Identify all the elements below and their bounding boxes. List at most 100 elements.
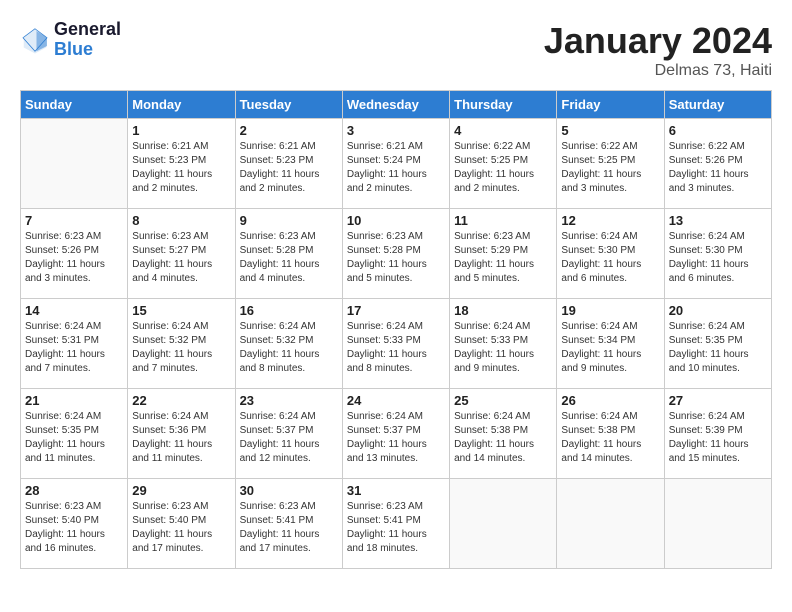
calendar-cell: 10Sunrise: 6:23 AM Sunset: 5:28 PM Dayli… — [342, 209, 449, 299]
day-number: 14 — [25, 303, 123, 318]
day-number: 25 — [454, 393, 552, 408]
day-info: Sunrise: 6:21 AM Sunset: 5:23 PM Dayligh… — [132, 140, 230, 196]
col-header-friday: Friday — [557, 91, 664, 119]
calendar-cell: 29 Sunrise: 6:23 AM Sunset: 5:40 PM Dayli… — [128, 479, 235, 569]
day-number: 16 — [240, 303, 338, 318]
calendar-cell — [21, 119, 128, 209]
calendar-week-1: 1 Sunrise: 6:21 AM Sunset: 5:23 PM Daylig… — [21, 119, 772, 209]
day-info: Sunrise: 6:23 AM Sunset: 5:27 PM Dayligh… — [132, 230, 230, 286]
day-info: Sunrise: 6:24 AM Sunset: 5:38 PM Dayligh… — [454, 410, 552, 466]
calendar-week-3: 14 Sunrise: 6:24 AM Sunset: 5:31 PM Dayli… — [21, 299, 772, 389]
calendar-cell: 4Sunrise: 6:22 AM Sunset: 5:25 PM Daylig… — [450, 119, 557, 209]
location-subtitle: Delmas 73, Haiti — [544, 62, 772, 80]
col-header-tuesday: Tuesday — [235, 91, 342, 119]
calendar-cell: 26 Sunrise: 6:24 AM Sunset: 5:38 PM Dayli… — [557, 389, 664, 479]
day-info: Sunrise: 6:24 AM Sunset: 5:34 PM Dayligh… — [561, 320, 659, 376]
col-header-sunday: Sunday — [21, 91, 128, 119]
logo-line1: General — [54, 20, 121, 40]
day-info: Sunrise: 6:24 AM Sunset: 5:36 PM Dayligh… — [132, 410, 230, 466]
logo-icon — [20, 25, 50, 55]
col-header-wednesday: Wednesday — [342, 91, 449, 119]
day-info: Sunrise: 6:24 AM Sunset: 5:31 PM Dayligh… — [25, 320, 123, 376]
day-info: Sunrise: 6:24 AM Sunset: 5:33 PM Dayligh… — [347, 320, 445, 376]
day-number: 8 — [132, 213, 230, 228]
day-info: Sunrise: 6:24 AM Sunset: 5:30 PM Dayligh… — [669, 230, 767, 286]
calendar-cell: 22 Sunrise: 6:24 AM Sunset: 5:36 PM Dayli… — [128, 389, 235, 479]
day-number: 23 — [240, 393, 338, 408]
day-number: 28 — [25, 483, 123, 498]
day-info: Sunrise: 6:23 AM Sunset: 5:40 PM Dayligh… — [25, 500, 123, 556]
day-number: 21 — [25, 393, 123, 408]
day-number: 24 — [347, 393, 445, 408]
month-title: January 2024 — [544, 20, 772, 62]
calendar-week-4: 21 Sunrise: 6:24 AM Sunset: 5:35 PM Dayli… — [21, 389, 772, 479]
day-info: Sunrise: 6:24 AM Sunset: 5:35 PM Dayligh… — [669, 320, 767, 376]
day-info: Sunrise: 6:23 AM Sunset: 5:28 PM Dayligh… — [240, 230, 338, 286]
calendar-cell: 28 Sunrise: 6:23 AM Sunset: 5:40 PM Dayli… — [21, 479, 128, 569]
logo-line2: Blue — [54, 40, 121, 60]
calendar-cell: 24 Sunrise: 6:24 AM Sunset: 5:37 PM Dayli… — [342, 389, 449, 479]
page-header: General Blue January 2024 Delmas 73, Hai… — [20, 20, 772, 80]
day-info: Sunrise: 6:22 AM Sunset: 5:25 PM Dayligh… — [454, 140, 552, 196]
day-number: 29 — [132, 483, 230, 498]
calendar-cell: 27Sunrise: 6:24 AM Sunset: 5:39 PM Dayli… — [664, 389, 771, 479]
calendar-cell: 12Sunrise: 6:24 AM Sunset: 5:30 PM Dayli… — [557, 209, 664, 299]
day-info: Sunrise: 6:24 AM Sunset: 5:39 PM Dayligh… — [669, 410, 767, 466]
day-number: 20 — [669, 303, 767, 318]
day-info: Sunrise: 6:24 AM Sunset: 5:35 PM Dayligh… — [25, 410, 123, 466]
calendar-cell: 25 Sunrise: 6:24 AM Sunset: 5:38 PM Dayli… — [450, 389, 557, 479]
day-number: 30 — [240, 483, 338, 498]
calendar-cell: 7 Sunrise: 6:23 AM Sunset: 5:26 PM Daylig… — [21, 209, 128, 299]
calendar-cell: 3Sunrise: 6:21 AM Sunset: 5:24 PM Daylig… — [342, 119, 449, 209]
day-info: Sunrise: 6:24 AM Sunset: 5:37 PM Dayligh… — [240, 410, 338, 466]
day-info: Sunrise: 6:24 AM Sunset: 5:32 PM Dayligh… — [132, 320, 230, 376]
calendar-cell: 2 Sunrise: 6:21 AM Sunset: 5:23 PM Daylig… — [235, 119, 342, 209]
calendar-cell: 30 Sunrise: 6:23 AM Sunset: 5:41 PM Dayli… — [235, 479, 342, 569]
day-number: 10 — [347, 213, 445, 228]
calendar-cell: 5Sunrise: 6:22 AM Sunset: 5:25 PM Daylig… — [557, 119, 664, 209]
calendar-week-5: 28 Sunrise: 6:23 AM Sunset: 5:40 PM Dayli… — [21, 479, 772, 569]
day-number: 26 — [561, 393, 659, 408]
col-header-monday: Monday — [128, 91, 235, 119]
calendar-cell: 21 Sunrise: 6:24 AM Sunset: 5:35 PM Dayli… — [21, 389, 128, 479]
calendar-cell: 14 Sunrise: 6:24 AM Sunset: 5:31 PM Dayli… — [21, 299, 128, 389]
day-number: 11 — [454, 213, 552, 228]
calendar-cell: 23 Sunrise: 6:24 AM Sunset: 5:37 PM Dayli… — [235, 389, 342, 479]
day-info: Sunrise: 6:21 AM Sunset: 5:23 PM Dayligh… — [240, 140, 338, 196]
calendar-cell — [450, 479, 557, 569]
calendar-cell: 15 Sunrise: 6:24 AM Sunset: 5:32 PM Dayli… — [128, 299, 235, 389]
calendar-cell: 18 Sunrise: 6:24 AM Sunset: 5:33 PM Dayli… — [450, 299, 557, 389]
day-number: 22 — [132, 393, 230, 408]
day-number: 13 — [669, 213, 767, 228]
calendar-cell: 16Sunrise: 6:24 AM Sunset: 5:32 PM Dayli… — [235, 299, 342, 389]
logo: General Blue — [20, 20, 121, 60]
day-number: 19 — [561, 303, 659, 318]
day-info: Sunrise: 6:23 AM Sunset: 5:41 PM Dayligh… — [347, 500, 445, 556]
day-number: 5 — [561, 123, 659, 138]
day-info: Sunrise: 6:23 AM Sunset: 5:26 PM Dayligh… — [25, 230, 123, 286]
calendar-cell: 19 Sunrise: 6:24 AM Sunset: 5:34 PM Dayli… — [557, 299, 664, 389]
day-info: Sunrise: 6:24 AM Sunset: 5:37 PM Dayligh… — [347, 410, 445, 466]
col-header-saturday: Saturday — [664, 91, 771, 119]
day-info: Sunrise: 6:22 AM Sunset: 5:26 PM Dayligh… — [669, 140, 767, 196]
calendar-cell: 13 Sunrise: 6:24 AM Sunset: 5:30 PM Dayli… — [664, 209, 771, 299]
day-number: 17 — [347, 303, 445, 318]
day-number: 15 — [132, 303, 230, 318]
calendar-cell: 31 Sunrise: 6:23 AM Sunset: 5:41 PM Dayli… — [342, 479, 449, 569]
day-number: 6 — [669, 123, 767, 138]
day-number: 7 — [25, 213, 123, 228]
day-info: Sunrise: 6:23 AM Sunset: 5:41 PM Dayligh… — [240, 500, 338, 556]
calendar-week-2: 7 Sunrise: 6:23 AM Sunset: 5:26 PM Daylig… — [21, 209, 772, 299]
day-info: Sunrise: 6:24 AM Sunset: 5:33 PM Dayligh… — [454, 320, 552, 376]
calendar-cell: 9 Sunrise: 6:23 AM Sunset: 5:28 PM Daylig… — [235, 209, 342, 299]
day-number: 9 — [240, 213, 338, 228]
calendar-table: SundayMondayTuesdayWednesdayThursdayFrid… — [20, 90, 772, 569]
calendar-cell: 6 Sunrise: 6:22 AM Sunset: 5:26 PM Daylig… — [664, 119, 771, 209]
day-number: 1 — [132, 123, 230, 138]
day-info: Sunrise: 6:23 AM Sunset: 5:40 PM Dayligh… — [132, 500, 230, 556]
day-number: 31 — [347, 483, 445, 498]
day-number: 18 — [454, 303, 552, 318]
day-number: 2 — [240, 123, 338, 138]
calendar-cell — [664, 479, 771, 569]
day-info: Sunrise: 6:24 AM Sunset: 5:38 PM Dayligh… — [561, 410, 659, 466]
